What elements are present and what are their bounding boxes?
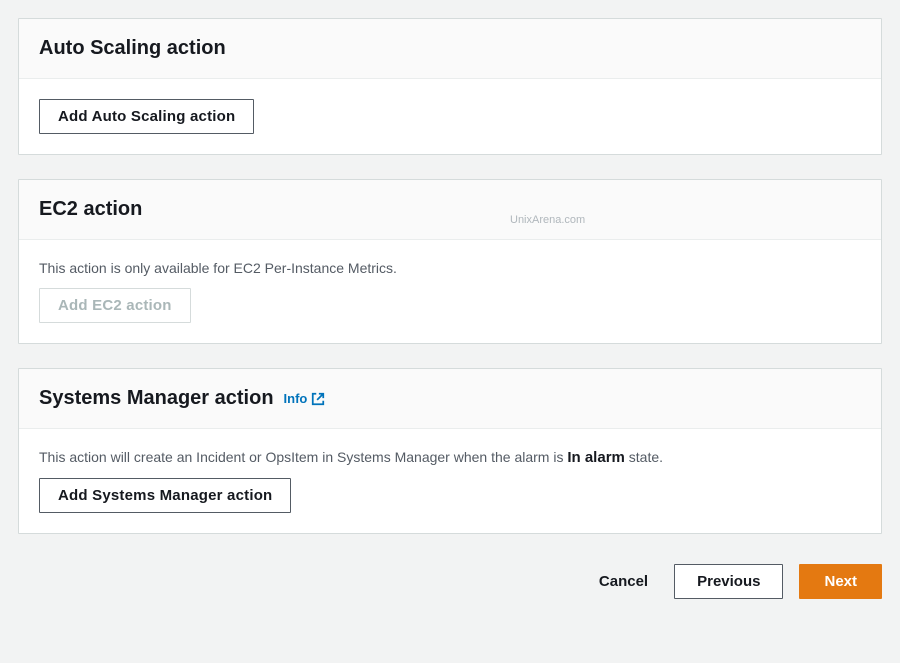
add-ec2-button: Add EC2 action: [39, 288, 191, 323]
info-link[interactable]: Info: [284, 391, 326, 406]
systems-manager-body: This action will create an Incident or O…: [19, 429, 881, 533]
previous-button[interactable]: Previous: [674, 564, 783, 599]
external-link-icon: [311, 392, 325, 406]
systems-manager-description: This action will create an Incident or O…: [39, 449, 861, 466]
add-systems-manager-button[interactable]: Add Systems Manager action: [39, 478, 291, 513]
ec2-title: EC2 action: [39, 198, 142, 221]
wizard-footer: Cancel Previous Next: [18, 558, 882, 599]
sm-desc-suffix: state.: [625, 449, 663, 465]
ec2-body: This action is only available for EC2 Pe…: [19, 240, 881, 343]
ec2-panel: EC2 action This action is only available…: [18, 179, 882, 344]
auto-scaling-body: Add Auto Scaling action: [19, 79, 881, 154]
systems-manager-header: Systems Manager action Info: [19, 369, 881, 429]
cancel-button[interactable]: Cancel: [589, 565, 658, 598]
auto-scaling-header: Auto Scaling action: [19, 19, 881, 79]
next-button[interactable]: Next: [799, 564, 882, 599]
info-label: Info: [284, 391, 308, 406]
ec2-header: EC2 action: [19, 180, 881, 240]
sm-desc-strong: In alarm: [567, 449, 625, 466]
ec2-description: This action is only available for EC2 Pe…: [39, 260, 861, 276]
auto-scaling-title: Auto Scaling action: [39, 37, 226, 60]
add-auto-scaling-button[interactable]: Add Auto Scaling action: [39, 99, 254, 134]
auto-scaling-panel: Auto Scaling action Add Auto Scaling act…: [18, 18, 882, 155]
systems-manager-title: Systems Manager action: [39, 387, 274, 410]
systems-manager-panel: Systems Manager action Info This action …: [18, 368, 882, 534]
sm-desc-prefix: This action will create an Incident or O…: [39, 449, 567, 465]
